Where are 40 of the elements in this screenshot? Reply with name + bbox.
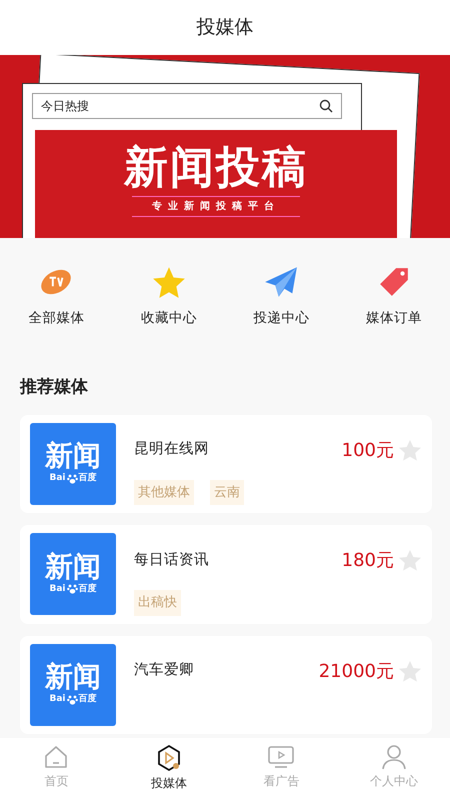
paper-plane-icon <box>264 266 298 298</box>
media-card[interactable]: 新闻 Bai 百度 昆明在线网 100元 其他媒体 云南 <box>20 414 432 513</box>
search-field[interactable]: 今日热搜 <box>32 93 342 119</box>
banner-headline: 新闻投稿 <box>124 144 308 192</box>
logo-brand: Bai <box>49 582 66 596</box>
shortcut-item[interactable]: 全部媒体 <box>0 266 112 363</box>
price: 180元 <box>342 549 394 573</box>
banner-subtitle: 专业新闻投稿平台 <box>132 196 300 218</box>
video-screen-icon <box>267 744 296 770</box>
logo-title: 新闻 <box>45 552 101 583</box>
star-icon <box>152 266 186 298</box>
media-card[interactable]: 新闻 Bai 百度 汽车爱卿 21000元 <box>20 636 432 734</box>
media-tag: 其他媒体 <box>134 480 194 505</box>
paw-icon <box>66 474 78 484</box>
shortcut-item[interactable]: 收藏中心 <box>112 266 225 363</box>
media-name: 每日话资讯 <box>134 550 210 570</box>
media-name: 昆明在线网 <box>134 440 210 460</box>
logo-brand: 百度 <box>78 472 97 486</box>
page-title: 投媒体 <box>196 15 254 40</box>
logo-brand: Bai <box>49 693 66 706</box>
logo-brand: 百度 <box>78 582 97 596</box>
section-title: 推荐媒体 <box>18 376 89 399</box>
shortcut-item[interactable]: 媒体订单 <box>338 266 450 363</box>
media-tag: 云南 <box>210 480 244 505</box>
home-icon <box>43 744 70 770</box>
media-name: 汽车爱卿 <box>134 661 195 680</box>
media-tag: 出稿快 <box>134 590 181 616</box>
tab-item[interactable]: 投媒体 <box>112 738 225 800</box>
paw-icon <box>66 694 78 705</box>
price: 100元 <box>342 438 394 462</box>
logo-title: 新闻 <box>45 662 101 694</box>
search-icon[interactable] <box>319 99 333 113</box>
shortcut-item[interactable]: 投递中心 <box>225 266 338 363</box>
logo-brand: 百度 <box>78 693 97 706</box>
paw-icon <box>66 584 78 594</box>
price: 21000元 <box>318 660 394 684</box>
logo-title: 新闻 <box>45 441 101 472</box>
media-card[interactable]: 新闻 Bai 百度 每日话资讯 180元 出稿快 <box>20 525 432 624</box>
person-icon <box>380 744 407 770</box>
logo-brand: Bai <box>49 472 66 486</box>
